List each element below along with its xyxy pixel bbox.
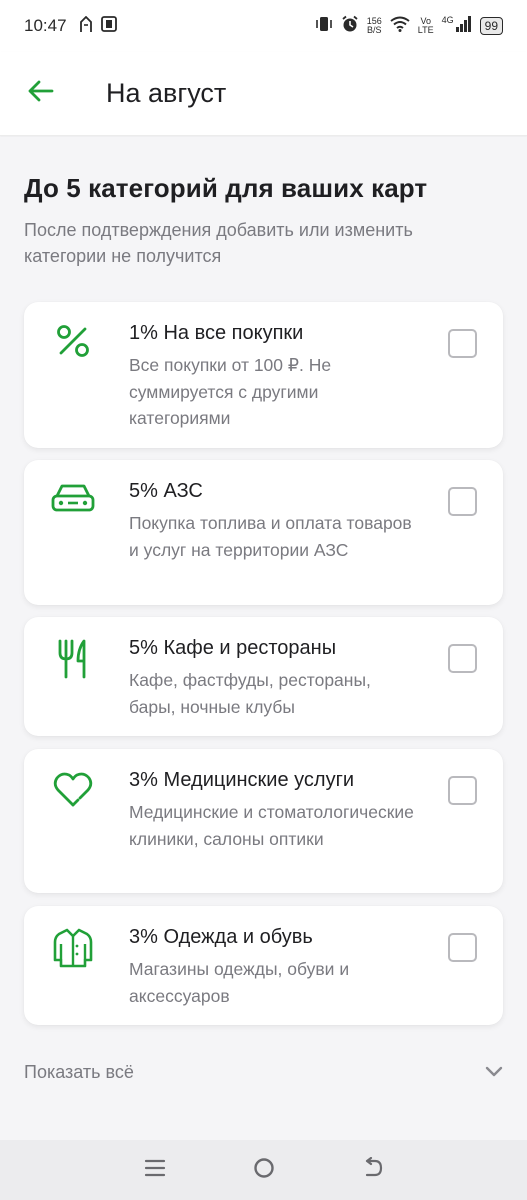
back-arrow-icon [362, 1156, 384, 1184]
wifi-icon [390, 16, 410, 37]
category-description: Магазины одежды, обуви и аксессуаров [129, 959, 350, 1006]
category-checkbox[interactable] [448, 644, 477, 673]
category-description: Покупка топлива и оплата товаров и услуг… [129, 513, 412, 560]
menu-nav-button[interactable] [135, 1150, 175, 1190]
category-checkbox[interactable] [448, 933, 477, 962]
category-card-medical[interactable]: 3% Медицинские услуги Медицинские и стом… [24, 749, 503, 893]
percent-icon [48, 324, 98, 374]
circle-home-icon [253, 1157, 275, 1184]
app-bar: На август [0, 52, 527, 136]
category-title: 3% Медицинские услуги [129, 769, 355, 791]
category-title: 5% АЗС [129, 480, 203, 502]
network-speed-unit: B/S [367, 25, 382, 35]
status-time: 10:47 [24, 16, 67, 35]
arrow-left-icon [26, 79, 54, 108]
home-nav-button[interactable] [244, 1150, 284, 1190]
system-nav-bar [0, 1140, 527, 1200]
network-speed: 156 B/S [367, 17, 382, 35]
category-checkbox[interactable] [448, 329, 477, 358]
usb-icon [79, 15, 93, 37]
notification-icon [100, 15, 117, 37]
back-button[interactable] [0, 52, 80, 136]
chevron-down-icon [485, 1062, 503, 1083]
vibrate-icon [315, 15, 333, 38]
category-card-gas-stations[interactable]: 5% АЗС Покупка топлива и оплата товаров … [24, 460, 503, 605]
category-title: 1% На все покупки [129, 322, 304, 344]
category-checkbox[interactable] [448, 487, 477, 516]
signal-indicator: 4G [441, 14, 472, 37]
category-description: Кафе, фастфуды, рестораны, бары, ночные … [129, 670, 371, 717]
volte-bottom: LTE [417, 25, 434, 35]
category-description: Все покупки от 100 ₽. Не суммируется с д… [129, 355, 332, 428]
section-heading: До 5 категорий для ваших карт [24, 173, 428, 203]
main-content: До 5 категорий для ваших карт После подт… [0, 137, 527, 1140]
network-type: 4G [441, 14, 454, 25]
fork-knife-icon [48, 639, 98, 689]
category-description: Медицинские и стоматологические клиники,… [129, 802, 414, 849]
alarm-icon [341, 15, 359, 38]
category-card-clothing[interactable]: 3% Одежда и обувь Магазины одежды, обуви… [24, 906, 503, 1025]
page-title: На август [106, 78, 227, 108]
section-subheading: После подтверждения добавить или изменит… [24, 220, 413, 266]
car-icon [48, 482, 98, 532]
category-checkbox[interactable] [448, 776, 477, 805]
signal-icon [455, 15, 472, 37]
heart-icon [48, 771, 98, 821]
category-card-cafes[interactable]: 5% Кафе и рестораны Кафе, фастфуды, рест… [24, 617, 503, 736]
category-title: 5% Кафе и рестораны [129, 637, 337, 659]
volte-indicator: Vo LTE [418, 17, 434, 35]
status-bar: 10:47 156 B/S Vo LTE 4G 99 [0, 0, 527, 52]
battery-level: 99 [484, 19, 498, 33]
show-all-label: Показать всё [24, 1061, 134, 1082]
back-nav-button[interactable] [353, 1150, 393, 1190]
category-title: 3% Одежда и обувь [129, 926, 313, 948]
menu-icon [144, 1158, 166, 1183]
battery-icon: 99 [479, 17, 503, 35]
show-all-button[interactable]: Показать всё [24, 1061, 503, 1083]
category-card-all-purchases[interactable]: 1% На все покупки Все покупки от 100 ₽. … [24, 302, 503, 448]
coat-icon [48, 928, 98, 978]
